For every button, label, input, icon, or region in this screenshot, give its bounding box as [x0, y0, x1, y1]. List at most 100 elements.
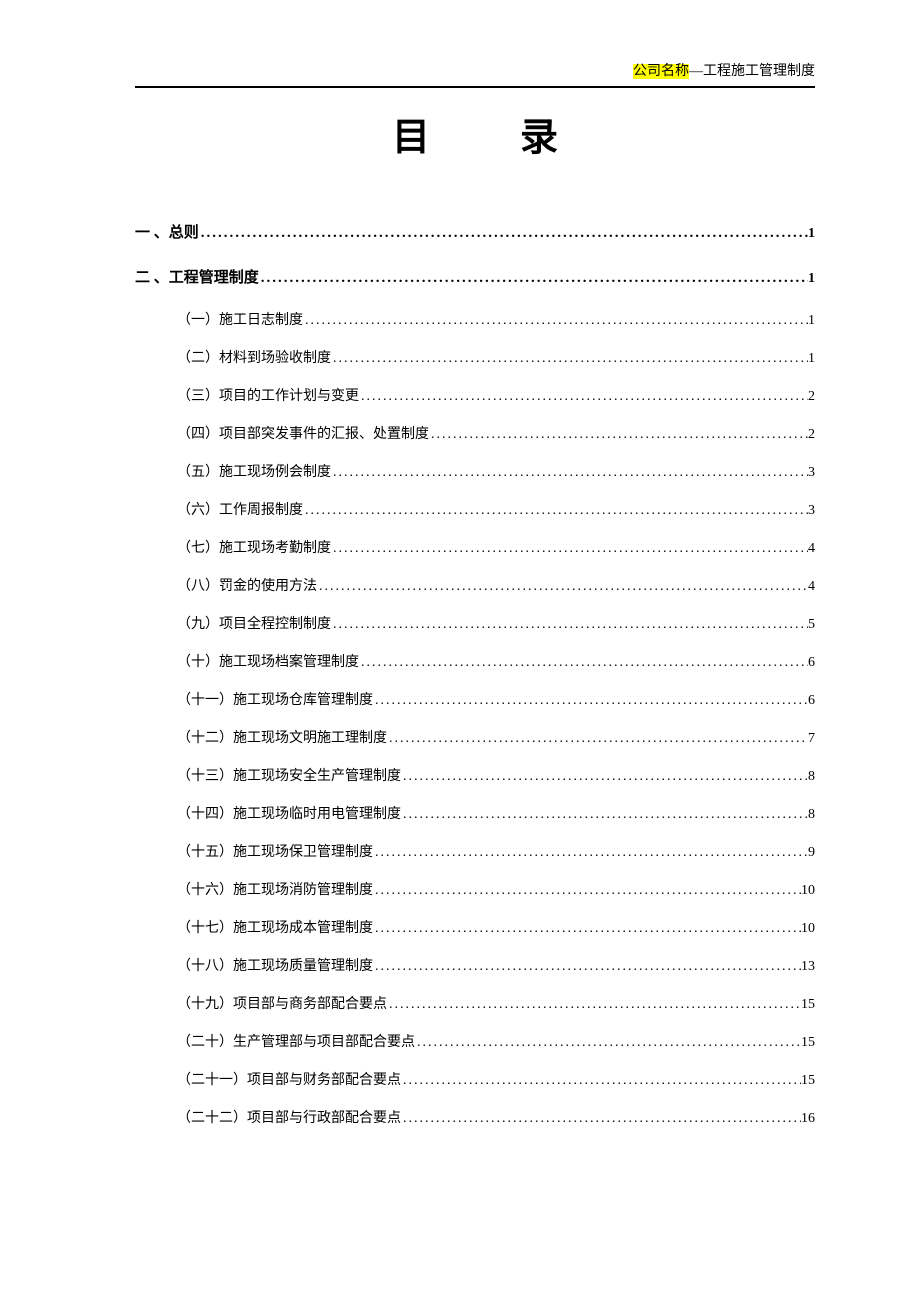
toc-page-number: 15 — [801, 1073, 815, 1089]
toc-row: 一 、总则 1 — [135, 221, 815, 242]
toc-leader — [373, 959, 801, 975]
toc-row: （六）工作周报制度 3 — [177, 499, 815, 519]
toc-leader — [199, 225, 808, 242]
toc-leader — [401, 1073, 801, 1089]
toc-label: （十五）施工现场保卫管理制度 — [177, 841, 373, 861]
toc-page-number: 16 — [801, 1111, 815, 1127]
toc-row: （十二）施工现场文明施工理制度 7 — [177, 727, 815, 747]
toc-page-number: 1 — [808, 226, 815, 242]
toc-label: 一 、总则 — [135, 221, 199, 242]
toc-page-number: 15 — [801, 997, 815, 1013]
toc-label: （九）项目全程控制制度 — [177, 613, 331, 633]
toc-row: （十八）施工现场质量管理制度13 — [177, 955, 815, 975]
toc-row: （十六）施工现场消防管理制度 10 — [177, 879, 815, 899]
toc-page-number: 10 — [801, 883, 815, 899]
toc-label: （二十一）项目部与财务部配合要点 — [177, 1069, 401, 1089]
toc-label: （十九）项目部与商务部配合要点 — [177, 993, 387, 1013]
toc-page-number: 10 — [801, 921, 815, 937]
toc-leader — [359, 389, 808, 405]
toc-leader — [373, 693, 808, 709]
toc-leader — [415, 1035, 801, 1051]
toc-row: 二 、工程管理制度 1 — [135, 266, 815, 287]
toc-label: （十二）施工现场文明施工理制度 — [177, 727, 387, 747]
page-title: 目录 — [135, 106, 815, 161]
toc-label: （十）施工现场档案管理制度 — [177, 651, 359, 671]
toc-row: （八）罚金的使用方法4 — [177, 575, 815, 595]
doc-subtitle: —工程施工管理制度 — [689, 64, 815, 79]
toc-page-number: 5 — [808, 617, 815, 633]
toc-page-number: 2 — [808, 389, 815, 405]
toc-page-number: 1 — [808, 271, 815, 287]
toc-row: （十五）施工现场保卫管理制度 9 — [177, 841, 815, 861]
toc-leader — [401, 1111, 801, 1127]
toc-leader — [429, 427, 808, 443]
toc-leader — [373, 883, 801, 899]
toc-row: （十九）项目部与商务部配合要点 15 — [177, 993, 815, 1013]
toc-leader — [401, 807, 808, 823]
toc-leader — [303, 313, 808, 329]
toc-leader — [331, 541, 808, 557]
toc-page-number: 13 — [801, 959, 815, 975]
toc-leader — [387, 731, 808, 747]
toc-label: 二 、工程管理制度 — [135, 266, 259, 287]
toc-leader — [387, 997, 801, 1013]
table-of-contents: 一 、总则 1二 、工程管理制度 1（一）施工日志制度1（二）材料到场验收制度1… — [135, 221, 815, 1127]
toc-label: （一）施工日志制度 — [177, 309, 303, 329]
toc-row: （五）施工现场例会制度 3 — [177, 461, 815, 481]
toc-label: （六）工作周报制度 — [177, 499, 303, 519]
header-divider — [135, 86, 815, 88]
toc-label: （三）项目的工作计划与变更 — [177, 385, 359, 405]
toc-row: （二十一）项目部与财务部配合要点 15 — [177, 1069, 815, 1089]
toc-page-number: 1 — [808, 351, 815, 367]
toc-page-number: 3 — [808, 503, 815, 519]
toc-row: （二十二）项目部与行政部配合要点 16 — [177, 1107, 815, 1127]
toc-label: （八）罚金的使用方法 — [177, 575, 317, 595]
toc-row: （三）项目的工作计划与变更 2 — [177, 385, 815, 405]
toc-label: （十四）施工现场临时用电管理制度 — [177, 803, 401, 823]
toc-page-number: 3 — [808, 465, 815, 481]
toc-leader — [303, 503, 808, 519]
title-right: 录 — [520, 117, 558, 159]
toc-page-number: 7 — [808, 731, 815, 747]
toc-leader — [331, 465, 808, 481]
toc-row: （四）项目部突发事件的汇报、处置制度 2 — [177, 423, 815, 443]
toc-page-number: 4 — [808, 541, 815, 557]
document-page: 公司名称—工程施工管理制度 目录 一 、总则 1二 、工程管理制度 1（一）施工… — [0, 0, 920, 1205]
header-line: 公司名称—工程施工管理制度 — [135, 60, 815, 80]
toc-page-number: 15 — [801, 1035, 815, 1051]
toc-row: （十一）施工现场仓库管理制度 6 — [177, 689, 815, 709]
toc-leader — [373, 921, 801, 937]
toc-row: （十）施工现场档案管理制度6 — [177, 651, 815, 671]
toc-page-number: 1 — [808, 313, 815, 329]
toc-label: （十六）施工现场消防管理制度 — [177, 879, 373, 899]
toc-row: （七）施工现场考勤制度 4 — [177, 537, 815, 557]
toc-label: （七）施工现场考勤制度 — [177, 537, 331, 557]
toc-label: （四）项目部突发事件的汇报、处置制度 — [177, 423, 429, 443]
toc-row: （一）施工日志制度 1 — [177, 309, 815, 329]
toc-leader — [317, 579, 808, 595]
toc-leader — [401, 769, 808, 785]
toc-leader — [259, 270, 808, 287]
toc-page-number: 8 — [808, 769, 815, 785]
toc-row: （二十）生产管理部与项目部配合要点 15 — [177, 1031, 815, 1051]
toc-label: （二十二）项目部与行政部配合要点 — [177, 1107, 401, 1127]
toc-page-number: 6 — [808, 693, 815, 709]
toc-leader — [359, 655, 808, 671]
toc-row: （十三）施工现场安全生产管理制度 8 — [177, 765, 815, 785]
toc-label: （二）材料到场验收制度 — [177, 347, 331, 367]
toc-row: （二）材料到场验收制度 1 — [177, 347, 815, 367]
toc-label: （十一）施工现场仓库管理制度 — [177, 689, 373, 709]
toc-label: （十三）施工现场安全生产管理制度 — [177, 765, 401, 785]
toc-page-number: 9 — [808, 845, 815, 861]
toc-leader — [331, 617, 808, 633]
toc-row: （十四）施工现场临时用电管理制度 8 — [177, 803, 815, 823]
toc-page-number: 8 — [808, 807, 815, 823]
toc-row: （九）项目全程控制制度 5 — [177, 613, 815, 633]
toc-row: （十七）施工现场成本管理制度10 — [177, 917, 815, 937]
toc-page-number: 2 — [808, 427, 815, 443]
company-name: 公司名称 — [633, 64, 689, 79]
toc-label: （二十）生产管理部与项目部配合要点 — [177, 1031, 415, 1051]
toc-label: （五）施工现场例会制度 — [177, 461, 331, 481]
title-left: 目 — [392, 117, 430, 159]
toc-leader — [373, 845, 808, 861]
